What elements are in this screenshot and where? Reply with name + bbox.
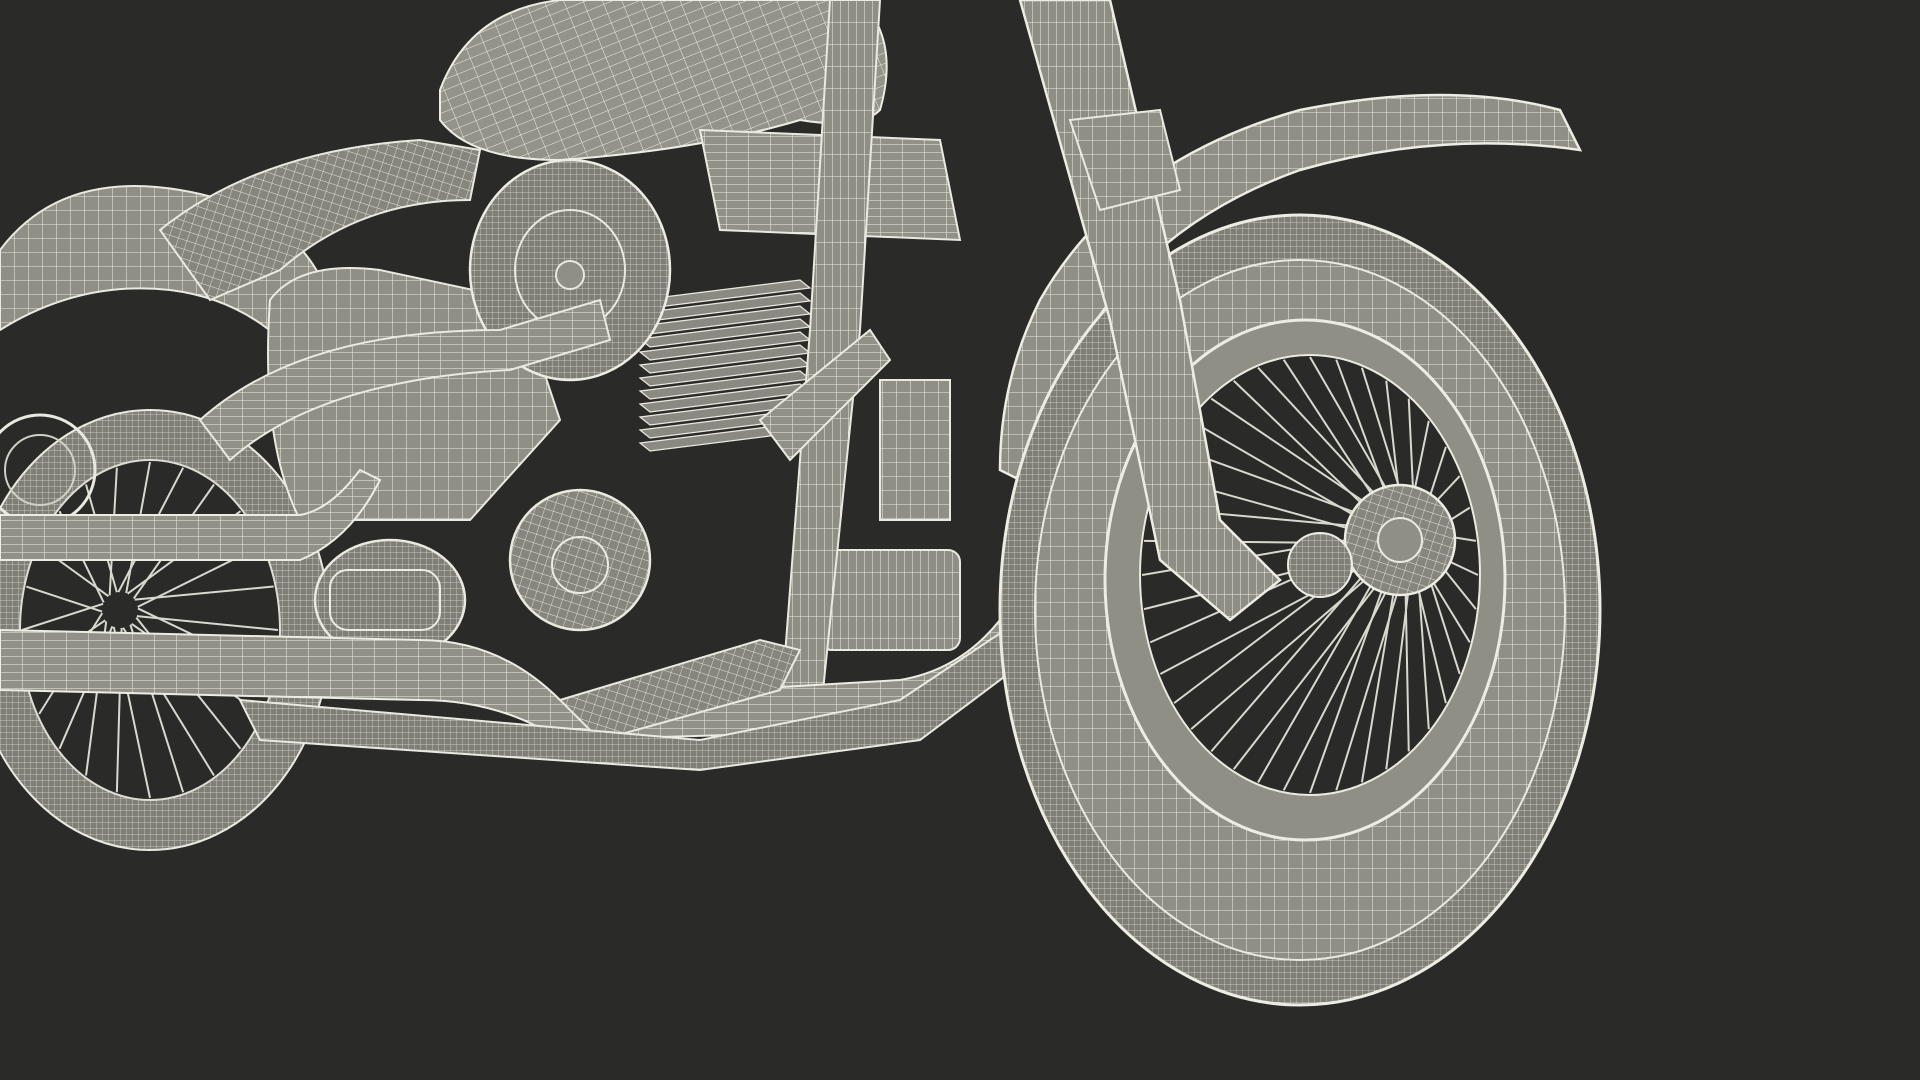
oil-cooler bbox=[819, 549, 961, 651]
render-viewport bbox=[0, 0, 1920, 1080]
timing-cover bbox=[508, 488, 652, 632]
rear-wheel bbox=[0, 409, 331, 851]
motorcycle-wireframe-image bbox=[0, 0, 1602, 1007]
front-wheel bbox=[998, 213, 1602, 1007]
